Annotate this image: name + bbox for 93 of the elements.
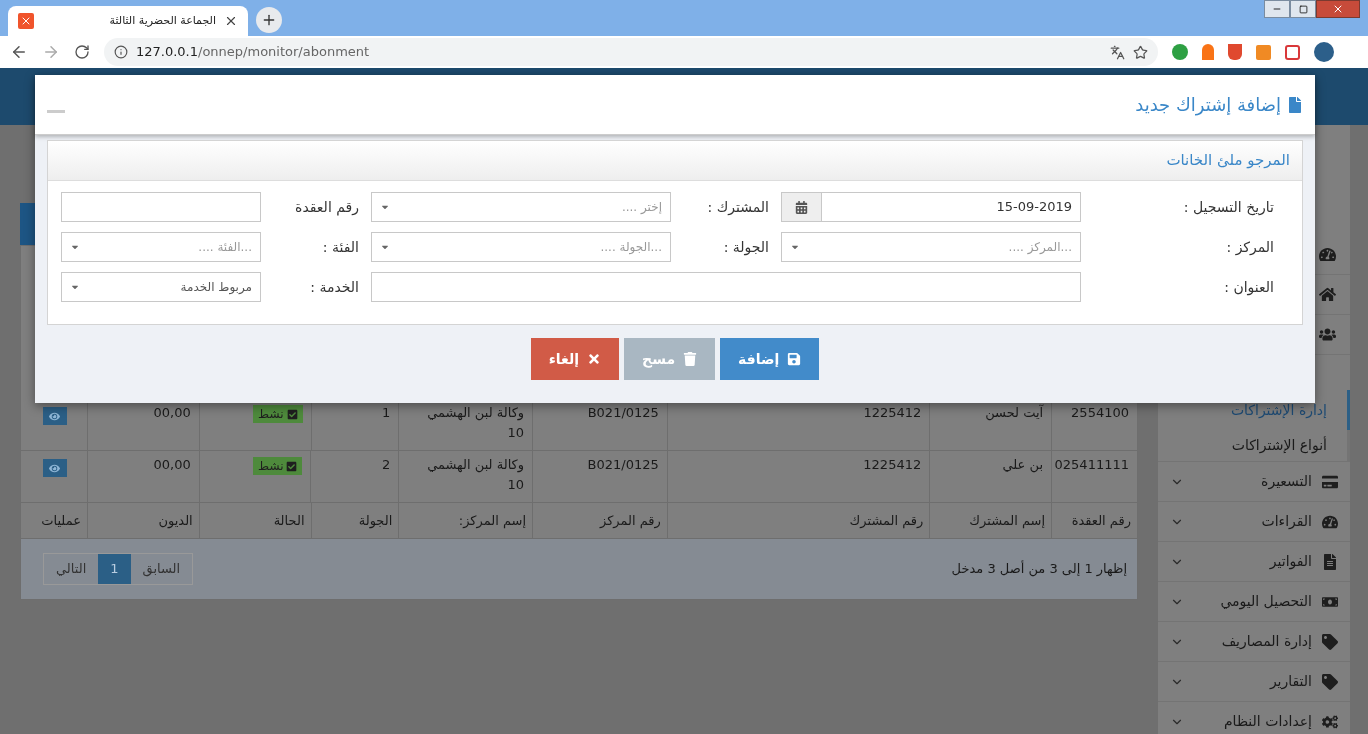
column-header: إسم المشترك [969,511,1046,531]
home-icon[interactable] [1319,286,1336,303]
column-header: الحالة [273,511,305,530]
maximize-icon [1298,4,1308,14]
table-cell: بن علي [1002,457,1043,472]
close-icon[interactable] [224,14,238,28]
column-header: الجولة [358,511,393,531]
pagination-info: إظهار 1 إلى 3 من أصل 3 مدخل [951,559,1127,579]
table-cell: 1225412 [863,405,922,420]
profile-avatar-icon[interactable] [1314,42,1334,62]
view-button[interactable] [42,407,67,425]
bookmark-star-icon[interactable] [1133,44,1148,60]
modal-title: إضافة إشتراك جديد [1135,93,1281,118]
back-icon[interactable] [10,43,28,61]
date-value: 15-09-2019 [995,198,1073,217]
close-icon [1332,3,1344,15]
field-label: العنوان : [1224,279,1274,295]
text-field[interactable] [371,272,1081,302]
table-cell: 2554100 [1071,405,1129,420]
tag-icon [1322,633,1338,650]
app-favicon-icon [18,13,34,29]
menu-label: إدارة المصاريف [1221,632,1312,652]
table-cell: B021/0125 [587,405,659,420]
reload-icon[interactable] [74,44,90,60]
column-header: الديون [158,511,193,531]
table-cell: آيت لحسن [985,405,1044,420]
url-text: 127.0.0.1/onnep/monitor/abonment [136,43,370,62]
column-header: عمليات [41,511,81,530]
field-label: الجولة : [723,239,769,255]
select-field[interactable]: ...المركز .... [781,232,1081,262]
minimize-button[interactable] [1264,0,1290,18]
pagination-button[interactable]: 1 [98,554,131,584]
menu-label: إعدادات النظام [1223,712,1312,731]
field-label: الخدمة : [310,279,359,295]
field-label: الفئة : [322,239,359,255]
table-cell: وكالة لبن الهشمي 10 [427,405,525,440]
plus-icon [261,12,277,28]
menu-label: التسعيرة [1261,472,1312,492]
field-label: المشترك : [707,199,769,215]
text-field[interactable] [61,192,261,222]
view-button[interactable] [42,459,67,477]
select-field[interactable]: ...الجولة .... [371,232,671,262]
tab-title: الجماعة الحضرية الثالثة [108,12,216,29]
table-cell: وكالة لبن الهشمي 10 [427,457,525,492]
submenu-item[interactable]: أنواع الإشتراكات [1231,435,1327,456]
table-cell: 1 [382,405,391,420]
gears-icon [1322,713,1338,730]
close-icon [587,352,602,366]
users-icon[interactable] [1319,326,1336,343]
trash-icon [683,352,698,366]
table-cell: B021/0125 [587,457,659,472]
menu-label: الفواتير [1269,552,1312,572]
table-cell: 025411111 [1054,457,1129,472]
info-icon[interactable] [114,45,128,59]
save-button[interactable]: إضافة [720,338,820,380]
tag-icon [1322,673,1338,690]
document-icon [1287,96,1303,113]
panel-title: المرجو ملئ الخانات [1166,150,1290,172]
translate-icon[interactable] [1110,44,1125,60]
maximize-button[interactable] [1290,0,1316,18]
date-field[interactable]: 15-09-2019 [781,192,1081,222]
new-tab-button[interactable] [256,7,282,33]
table-cell: 2 [382,457,391,472]
table-cell: 00,00 [153,457,191,472]
eye-icon [49,410,61,422]
menu-label: التحصيل اليومي [1220,592,1312,612]
status-badge: نشط [253,405,303,423]
cancel-button[interactable]: إلغاء [530,338,620,380]
column-header: رقم المركز [599,511,661,531]
column-header: رقم المشترك [849,511,924,531]
select-field[interactable]: ...الفئة .... [61,232,261,262]
menu-label: القراءات [1261,512,1312,531]
table-cell: 1225412 [863,457,922,472]
field-label: تاريخ التسجيل : [1183,199,1274,215]
field-label: رقم العقدة [295,199,359,215]
field-label: المركز : [1226,239,1274,255]
document-icon [1322,553,1338,570]
submenu-item[interactable]: إدارة الإشتراكات [1230,399,1327,421]
table-cell: 00,00 [153,405,191,420]
menu-label: التقارير [1269,672,1312,692]
calendar-glyph-icon [795,200,808,214]
browser-tab[interactable]: الجماعة الحضرية الثالثة [8,6,248,36]
select-field[interactable]: إختر .... [371,192,671,222]
calendar-icon[interactable] [782,193,822,221]
column-header: رقم العقدة [1071,511,1131,531]
address-bar[interactable]: 127.0.0.1/onnep/monitor/abonment [104,38,1158,66]
gauge-icon [1322,513,1338,530]
select-field[interactable]: مربوط الخدمة [61,272,261,302]
eye-icon [49,462,61,474]
gauge-icon[interactable] [1319,246,1336,263]
column-header: إسم المركز: [458,511,527,531]
card-icon [1322,473,1338,490]
status-badge: نشط [253,457,303,475]
